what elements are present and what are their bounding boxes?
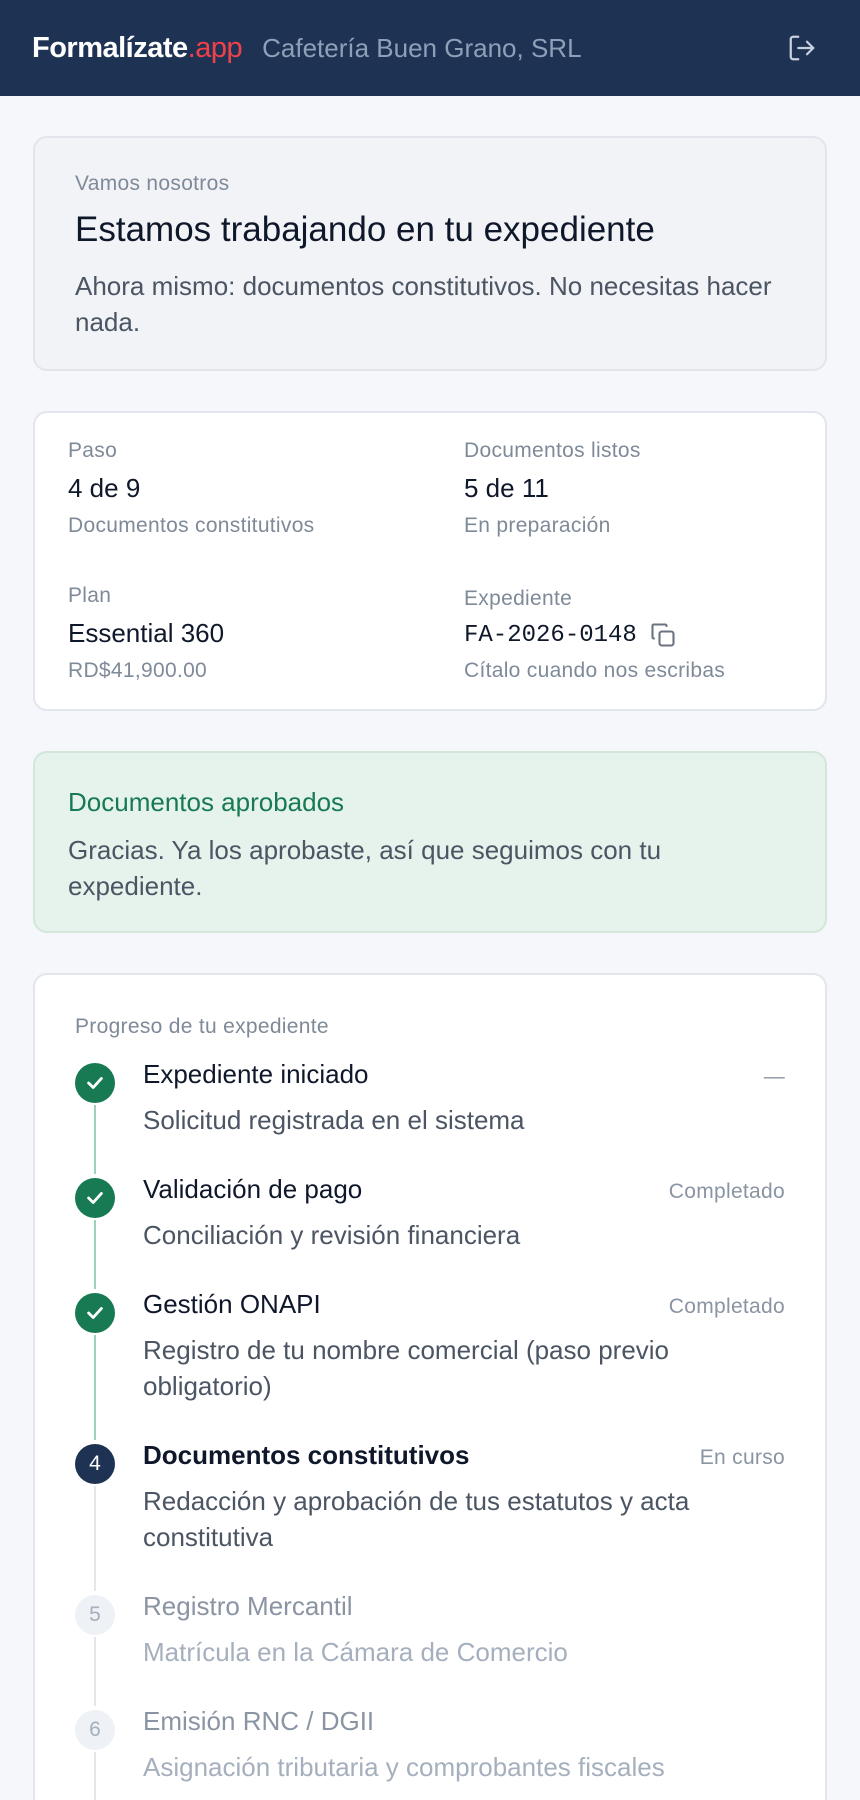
step-name: Expediente iniciado xyxy=(143,1059,369,1089)
docs-value: 5 de 11 xyxy=(464,473,549,503)
progress-card: Progreso de tu expediente Expediente ini… xyxy=(33,973,827,1800)
main-content: Vamos nosotros Estamos trabajando en tu … xyxy=(0,96,860,1800)
check-icon xyxy=(87,1077,103,1089)
summary-docs: Documentos listos 5 de 11 En preparación xyxy=(464,439,792,561)
progress-title: Progreso de tu expediente xyxy=(75,1015,329,1038)
step-description: Registro de tu nombre comercial (paso pr… xyxy=(143,1335,670,1401)
copy-button[interactable] xyxy=(649,621,677,649)
copy-icon xyxy=(651,623,675,647)
step-number-marker: 5 xyxy=(75,1595,115,1635)
step-number-marker: 6 xyxy=(75,1710,115,1750)
timeline-connector xyxy=(94,1486,96,1591)
step-rail: 4 xyxy=(75,1440,143,1591)
plan-price: RD$41,900.00 xyxy=(68,659,208,682)
timeline-connector xyxy=(94,1105,96,1174)
file-label: Expediente xyxy=(464,587,573,610)
step-status: Completado xyxy=(668,1295,785,1318)
step-description: Asignación tributaria y comprobantes fis… xyxy=(143,1752,665,1782)
step-status: En curso xyxy=(699,1446,785,1469)
step-done-marker xyxy=(75,1293,115,1333)
approved-notice: Documentos aprobados Gracias. Ya los apr… xyxy=(33,751,827,933)
brand-suffix: .app xyxy=(187,31,243,64)
timeline-step: 6 Emisión RNC / DGII Asignación tributar… xyxy=(75,1706,785,1800)
step-body: Validación de pago Completado Conciliaci… xyxy=(143,1174,785,1289)
step-rail xyxy=(75,1174,143,1289)
timeline-step: 5 Registro Mercantil Matrícula en la Cám… xyxy=(75,1591,785,1706)
step-rail: 6 xyxy=(75,1706,143,1800)
step-rail: 5 xyxy=(75,1591,143,1706)
summary-file: Expediente FA-2026-0148 Cítalo cuando no… xyxy=(464,587,792,683)
hero-eyebrow: Vamos nosotros xyxy=(75,172,230,195)
step-number-marker: 4 xyxy=(75,1444,115,1484)
summary-plan: Plan Essential 360 RD$41,900.00 xyxy=(68,584,464,683)
step-value: 4 de 9 xyxy=(68,473,141,503)
approved-text: Gracias. Ya los aprobaste, así que segui… xyxy=(68,835,662,901)
plan-value: Essential 360 xyxy=(68,618,225,648)
plan-label: Plan xyxy=(68,584,112,607)
step-label: Paso xyxy=(68,439,118,462)
step-name: Documentos constitutivos xyxy=(143,1440,470,1470)
step-done-marker xyxy=(75,1063,115,1103)
timeline-connector xyxy=(94,1752,96,1800)
step-description: Matrícula en la Cámara de Comercio xyxy=(143,1637,568,1667)
step-done-marker xyxy=(75,1178,115,1218)
timeline-connector xyxy=(94,1335,96,1440)
brand-logo[interactable]: Formalízate.app xyxy=(32,31,243,65)
summary-step: Paso 4 de 9 Documentos constitutivos xyxy=(68,439,464,561)
step-body: Expediente iniciado — Solicitud registra… xyxy=(143,1059,785,1174)
step-rail xyxy=(75,1059,143,1174)
step-name: Emisión RNC / DGII xyxy=(143,1706,375,1736)
logout-icon xyxy=(789,35,815,61)
step-name: Validación de pago xyxy=(143,1174,363,1204)
docs-sub: En preparación xyxy=(464,514,611,537)
step-body: Registro Mercantil Matrícula en la Cámar… xyxy=(143,1591,785,1706)
step-description: Conciliación y revisión financiera xyxy=(143,1220,521,1250)
status-hero-card: Vamos nosotros Estamos trabajando en tu … xyxy=(33,136,827,371)
top-bar: Formalízate.app Cafetería Buen Grano, SR… xyxy=(0,0,860,96)
step-status: — xyxy=(763,1065,785,1088)
timeline-connector xyxy=(94,1637,96,1706)
company-name: Cafetería Buen Grano, SRL xyxy=(262,32,582,63)
file-number-row: FA-2026-0148 xyxy=(464,621,677,649)
timeline-step-current: 4 Documentos constitutivos En curso Reda… xyxy=(75,1440,785,1591)
docs-label: Documentos listos xyxy=(464,439,641,462)
check-icon xyxy=(87,1307,103,1319)
summary-card: Paso 4 de 9 Documentos constitutivos Doc… xyxy=(33,411,827,711)
timeline-connector xyxy=(94,1220,96,1289)
file-hint: Cítalo cuando nos escribas xyxy=(464,659,726,682)
step-body: Emisión RNC / DGII Asignación tributaria… xyxy=(143,1706,785,1800)
step-body: Gestión ONAPI Completado Registro de tu … xyxy=(143,1289,785,1440)
step-description: Solicitud registrada en el sistema xyxy=(143,1105,525,1135)
step-sub: Documentos constitutivos xyxy=(68,514,315,537)
brand-name: Formalízate xyxy=(32,31,188,64)
file-number: FA-2026-0148 xyxy=(464,621,637,649)
hero-title: Estamos trabajando en tu expediente xyxy=(75,210,655,249)
step-description: Redacción y aprobación de tus estatutos … xyxy=(143,1486,690,1552)
hero-description: Ahora mismo: documentos constitutivos. N… xyxy=(75,271,772,337)
check-icon xyxy=(87,1192,103,1204)
step-name: Gestión ONAPI xyxy=(143,1289,321,1319)
logout-button[interactable] xyxy=(784,30,820,66)
timeline-step: Gestión ONAPI Completado Registro de tu … xyxy=(75,1289,785,1440)
timeline-step: Validación de pago Completado Conciliaci… xyxy=(75,1174,785,1289)
step-status: Completado xyxy=(668,1180,785,1203)
timeline-step: Expediente iniciado — Solicitud registra… xyxy=(75,1059,785,1174)
approved-title: Documentos aprobados xyxy=(68,787,345,817)
step-rail xyxy=(75,1289,143,1440)
step-body: Documentos constitutivos En curso Redacc… xyxy=(143,1440,785,1591)
step-name: Registro Mercantil xyxy=(143,1591,353,1621)
